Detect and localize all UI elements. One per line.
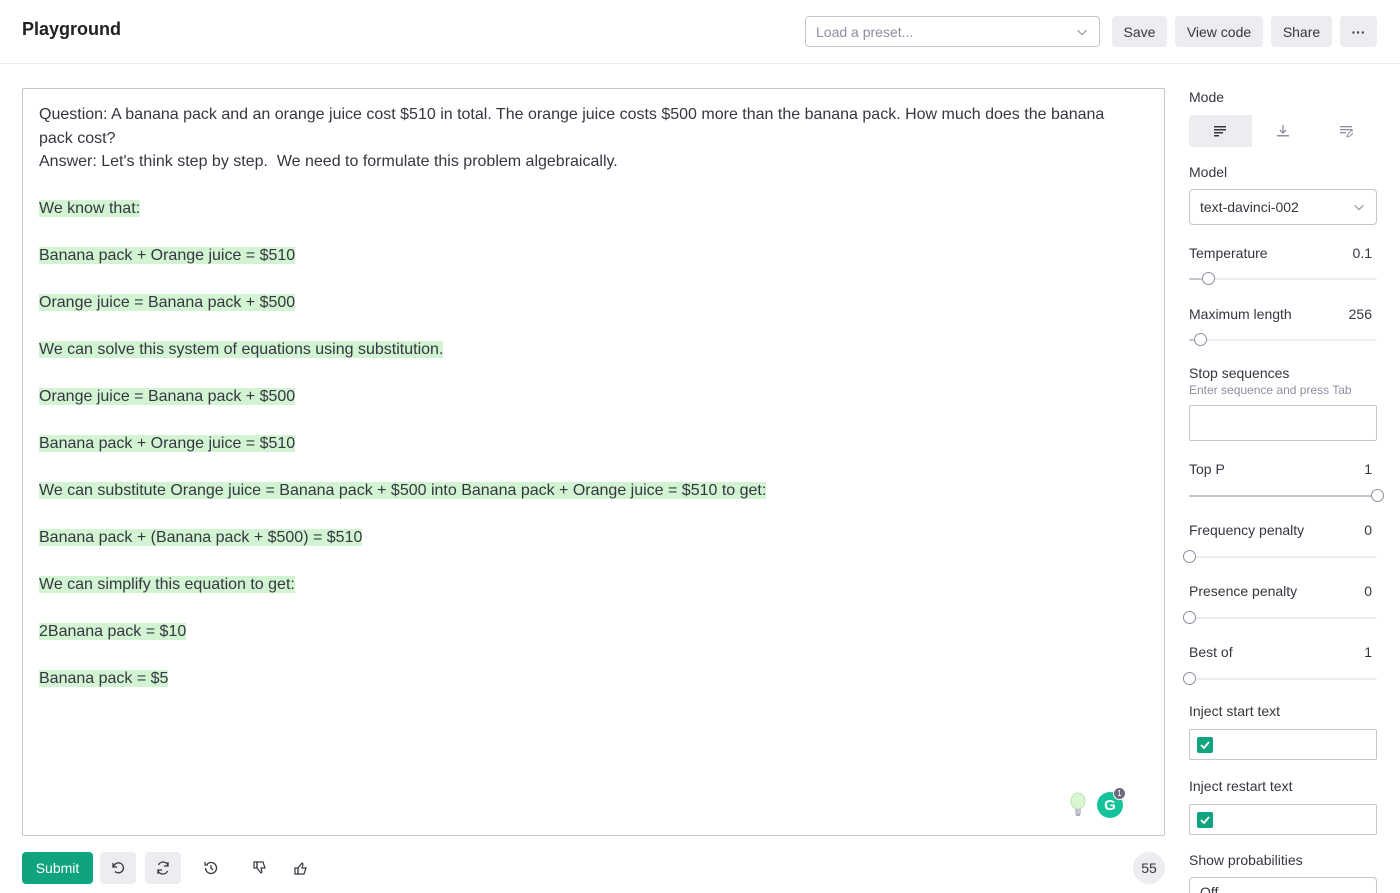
completion-line: Banana pack + Orange juice = $510 xyxy=(39,247,296,264)
best-of-slider[interactable] xyxy=(1183,672,1377,686)
thumbs-down-icon xyxy=(253,861,266,874)
completion-line: Orange juice = Banana pack + $500 xyxy=(39,388,296,405)
inject-restart-checkbox[interactable] xyxy=(1197,812,1213,828)
mode-complete[interactable] xyxy=(1189,115,1252,147)
best-of-value[interactable]: 1 xyxy=(1364,644,1372,660)
inject-restart-label: Inject restart text xyxy=(1189,778,1293,794)
preset-select[interactable]: Load a preset... xyxy=(805,16,1100,47)
frequency-penalty-slider[interactable] xyxy=(1183,550,1377,564)
mode-selector xyxy=(1189,115,1377,147)
mode-insert[interactable] xyxy=(1252,115,1315,147)
chevron-down-icon xyxy=(1354,204,1364,211)
frequency-penalty-label: Frequency penalty xyxy=(1189,522,1305,538)
presence-penalty-slider[interactable] xyxy=(1183,611,1377,625)
stop-sequences-hint: Enter sequence and press Tab xyxy=(1189,383,1352,397)
slider-thumb[interactable] xyxy=(1194,333,1208,346)
thumbs-up-icon xyxy=(294,862,307,875)
chevron-down-icon xyxy=(1077,29,1087,35)
preset-placeholder: Load a preset... xyxy=(816,23,914,40)
history-button[interactable] xyxy=(193,852,229,884)
lightbulb-icon[interactable] xyxy=(1068,792,1088,818)
model-select[interactable]: text-davinci-002 xyxy=(1189,189,1377,225)
top-bar: Playground Load a preset... Save View co… xyxy=(0,0,1400,64)
inject-restart-field[interactable] xyxy=(1189,804,1377,835)
save-button[interactable]: Save xyxy=(1112,16,1167,47)
slider-thumb[interactable] xyxy=(1183,550,1196,563)
completion-line: 2Banana pack = $10 xyxy=(39,623,187,640)
frequency-penalty-value[interactable]: 0 xyxy=(1364,522,1372,538)
temperature-slider[interactable] xyxy=(1189,272,1377,286)
edit-mode-icon xyxy=(1339,126,1353,138)
temperature-value[interactable]: 0.1 xyxy=(1353,245,1372,261)
slider-thumb[interactable] xyxy=(1371,489,1384,502)
grammarly-letter: G xyxy=(1104,796,1116,814)
checkmark-icon xyxy=(1200,741,1210,750)
completion-line: Orange juice = Banana pack + $500 xyxy=(39,294,296,311)
view-code-button[interactable]: View code xyxy=(1175,16,1263,47)
completion-line: Banana pack = $5 xyxy=(39,670,169,687)
regenerate-button[interactable] xyxy=(145,852,181,884)
presence-penalty-value[interactable]: 0 xyxy=(1364,583,1372,599)
model-label: Model xyxy=(1189,164,1228,180)
share-button[interactable]: Share xyxy=(1271,16,1332,47)
mode-label: Mode xyxy=(1189,89,1225,105)
undo-icon xyxy=(112,862,125,874)
best-of-label: Best of xyxy=(1189,644,1233,660)
top-p-value[interactable]: 1 xyxy=(1364,461,1372,477)
stop-sequences-input[interactable] xyxy=(1189,405,1377,441)
inject-start-label: Inject start text xyxy=(1189,703,1281,719)
insert-mode-icon xyxy=(1277,125,1289,137)
thumbs-up-button[interactable] xyxy=(283,852,319,884)
show-probabilities-label: Show probabilities xyxy=(1189,852,1303,868)
history-icon xyxy=(204,861,218,875)
stop-sequences-label: Stop sequences xyxy=(1189,365,1290,381)
slider-thumb[interactable] xyxy=(1183,672,1196,685)
model-value: text-davinci-002 xyxy=(1200,199,1299,215)
slider-thumb[interactable] xyxy=(1183,611,1196,624)
grammarly-count-badge: 1 xyxy=(1113,787,1126,800)
undo-button[interactable] xyxy=(100,852,136,884)
editor-text[interactable]: Question: A banana pack and an orange ju… xyxy=(39,103,1139,691)
completion-line: We know that: xyxy=(39,200,141,217)
thumbs-down-button[interactable] xyxy=(242,852,278,884)
completion-line: We can substitute Orange juice = Banana … xyxy=(39,482,767,499)
prompt-text: Question: A banana pack and an orange ju… xyxy=(39,106,1105,170)
refresh-icon xyxy=(157,861,169,875)
presence-penalty-label: Presence penalty xyxy=(1189,583,1298,599)
completion-line: Banana pack + Orange juice = $510 xyxy=(39,435,296,452)
top-p-label: Top P xyxy=(1189,461,1225,477)
show-probabilities-select[interactable]: Off xyxy=(1189,877,1377,893)
inject-start-field[interactable] xyxy=(1189,729,1377,760)
checkmark-icon xyxy=(1200,816,1210,825)
completion-line: We can simplify this equation to get: xyxy=(39,576,295,593)
prompt-editor[interactable]: Question: A banana pack and an orange ju… xyxy=(22,88,1165,836)
completion-line: We can solve this system of equations us… xyxy=(39,341,444,358)
completion-line: Banana pack + (Banana pack + $500) = $51… xyxy=(39,529,363,546)
inject-start-checkbox[interactable] xyxy=(1197,737,1213,753)
completion-text: We know that: Banana pack + Orange juice… xyxy=(39,200,767,687)
complete-mode-icon xyxy=(1214,126,1227,137)
page-title: Playground xyxy=(22,19,122,39)
max-length-value[interactable]: 256 xyxy=(1349,306,1372,322)
slider-thumb[interactable] xyxy=(1201,272,1215,285)
token-count: 55 xyxy=(1133,852,1165,884)
temperature-label: Temperature xyxy=(1189,245,1268,261)
submit-button[interactable]: Submit xyxy=(22,852,93,884)
max-length-label: Maximum length xyxy=(1189,306,1292,322)
top-p-slider[interactable] xyxy=(1189,489,1384,503)
max-length-slider[interactable] xyxy=(1189,333,1377,347)
mode-edit[interactable] xyxy=(1314,115,1377,147)
more-options-button[interactable]: ··· xyxy=(1340,16,1377,47)
